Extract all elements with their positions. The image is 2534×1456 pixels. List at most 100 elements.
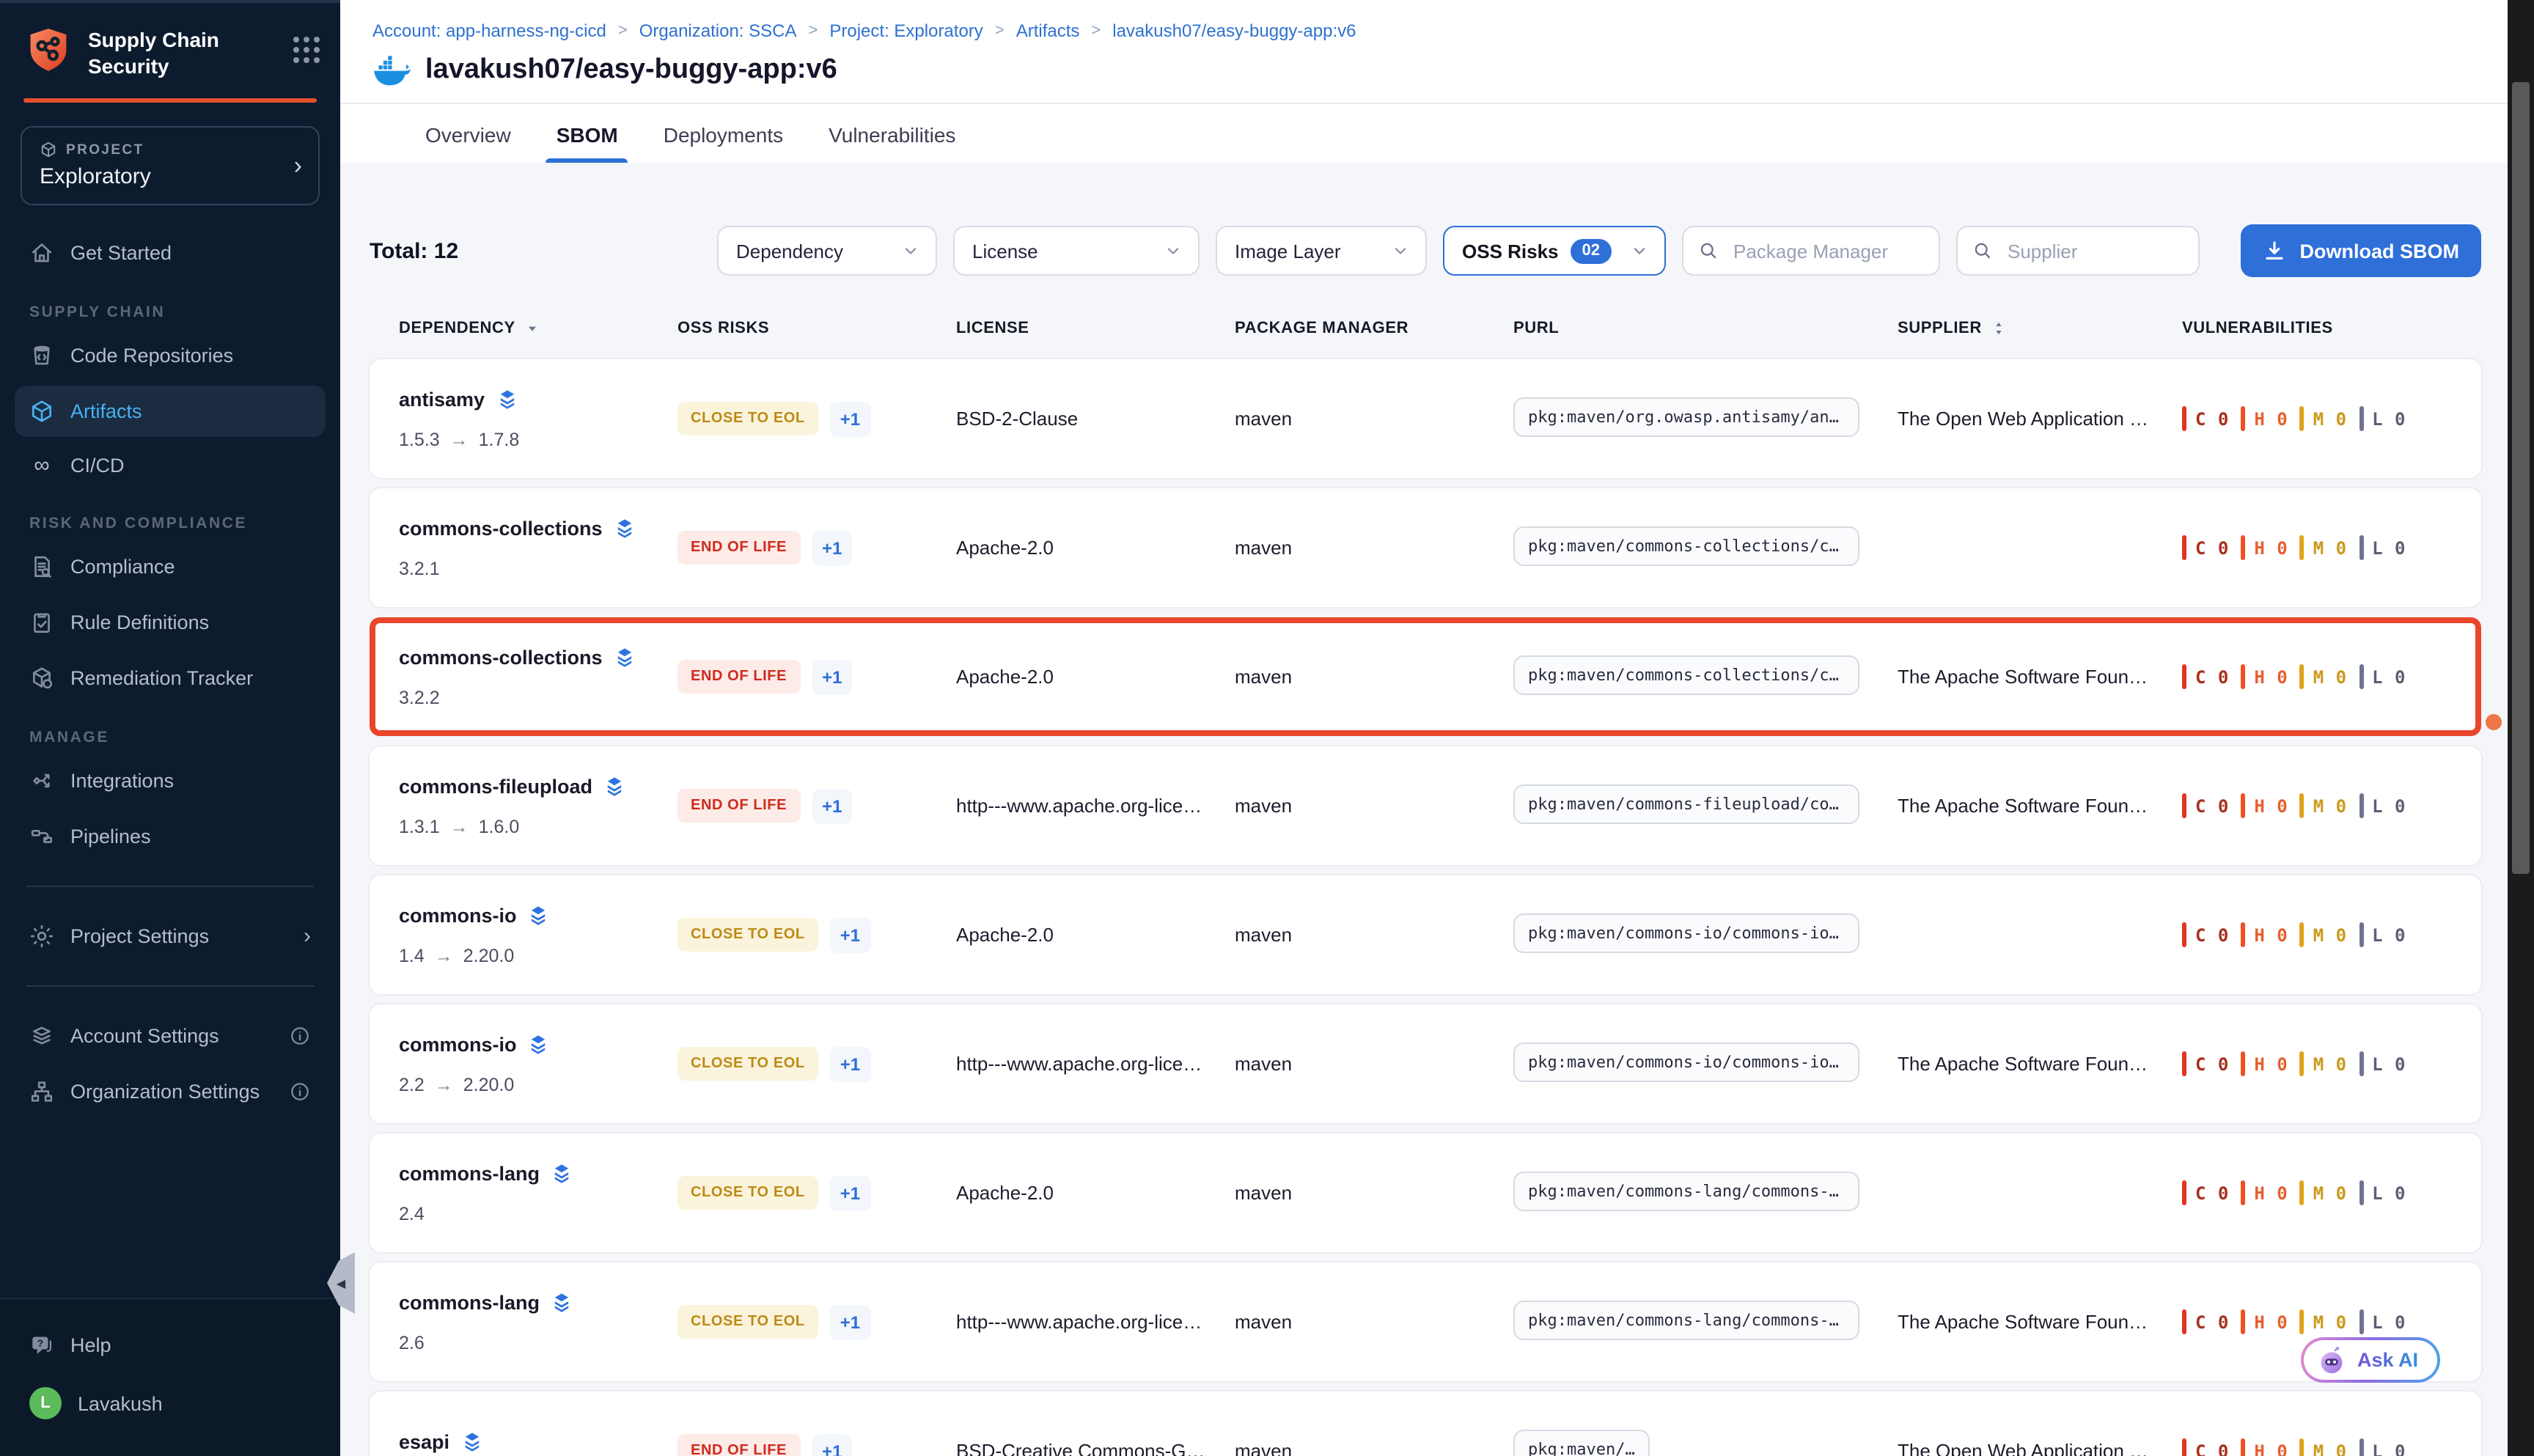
risk-more-badge[interactable]: +1 bbox=[830, 1304, 870, 1339]
vuln-count-text: M 0 bbox=[2313, 537, 2347, 558]
purl-chip[interactable]: pkg:maven/commons-collections/co… bbox=[1513, 655, 1859, 694]
table-row[interactable]: commons-collections3.2.2END OF LIFE+1Apa… bbox=[370, 617, 2481, 736]
project-selector[interactable]: PROJECT Exploratory › bbox=[21, 126, 320, 205]
table-row[interactable]: commons-collections3.2.1END OF LIFE+1Apa… bbox=[370, 488, 2481, 607]
table-row[interactable]: commons-lang2.4CLOSE TO EOL+1Apache-2.0m… bbox=[370, 1133, 2481, 1252]
breadcrumb-item-project-exploratory[interactable]: Project: Exploratory bbox=[829, 21, 983, 41]
table-row[interactable]: esapiEND OF LIFE+1BSD-Creative Commons-G… bbox=[370, 1391, 2481, 1456]
sidebar-item-rule-definitions[interactable]: Rule Definitions bbox=[15, 597, 326, 648]
breadcrumb-item-artifacts[interactable]: Artifacts bbox=[1016, 21, 1080, 41]
license-cell: BSD-2-Clause bbox=[956, 408, 1235, 430]
user-menu[interactable]: L Lavakush bbox=[15, 1374, 326, 1433]
vuln-severity-bar bbox=[2300, 793, 2305, 818]
vuln-count-text: H 0 bbox=[2254, 1441, 2288, 1456]
vuln-c-count: C 0 bbox=[2182, 922, 2229, 947]
table-row[interactable]: commons-fileupload1.3.1→1.6.0END OF LIFE… bbox=[370, 746, 2481, 865]
breadcrumb-item-account-app-harness-ng-cicd[interactable]: Account: app-harness-ng-cicd bbox=[372, 21, 606, 41]
sidebar-item-account-settings[interactable]: Account Settings bbox=[15, 1010, 326, 1062]
purl-chip[interactable]: pkg:maven/… bbox=[1513, 1429, 1650, 1456]
table-row[interactable]: commons-io2.2→2.20.0CLOSE TO EOL+1http--… bbox=[370, 1004, 2481, 1123]
help-button[interactable]: ? Help bbox=[15, 1320, 326, 1371]
license-cell: Apache-2.0 bbox=[956, 666, 1235, 688]
sidebar-item-organization-settings[interactable]: Organization Settings bbox=[15, 1066, 326, 1117]
scrollbar-track[interactable] bbox=[2508, 0, 2534, 1456]
dependency-cell: commons-lang2.4 bbox=[399, 1162, 677, 1224]
sidebar-item-label: Code Repositories bbox=[70, 345, 311, 367]
breadcrumb-item-organization-ssca[interactable]: Organization: SSCA bbox=[639, 21, 797, 41]
dependency-version: 2.6 bbox=[399, 1332, 657, 1353]
risk-more-badge[interactable]: +1 bbox=[812, 1433, 852, 1456]
table-row[interactable]: commons-lang2.6CLOSE TO EOL+1http---www.… bbox=[370, 1262, 2481, 1381]
tab-overview[interactable]: Overview bbox=[422, 104, 514, 163]
sidebar-item-label: Pipelines bbox=[70, 826, 311, 848]
vuln-count-text: C 0 bbox=[2195, 795, 2229, 816]
tab-deployments[interactable]: Deployments bbox=[661, 104, 786, 163]
info-icon bbox=[289, 1025, 311, 1047]
purl-chip[interactable]: pkg:maven/commons-io/commons-io@… bbox=[1513, 1042, 1859, 1081]
table-row[interactable]: antisamy1.5.3→1.7.8CLOSE TO EOL+1BSD-2-C… bbox=[370, 359, 2481, 478]
vuln-c-count: C 0 bbox=[2182, 1438, 2229, 1456]
package-manager-search bbox=[1682, 226, 1940, 276]
sidebar-item-ci-cd[interactable]: ∞CI/CD bbox=[15, 441, 326, 490]
dependency-filter[interactable]: Dependency bbox=[717, 226, 937, 276]
filter-label: License bbox=[972, 240, 1038, 262]
sidebar-item-integrations[interactable]: Integrations bbox=[15, 755, 326, 806]
risk-more-badge[interactable]: +1 bbox=[830, 917, 870, 952]
app-title: Supply Chain Security bbox=[88, 25, 279, 79]
license-filter[interactable]: License bbox=[953, 226, 1200, 276]
purl-chip[interactable]: pkg:maven/commons-io/commons-io@… bbox=[1513, 913, 1859, 952]
app-switcher-grid-icon[interactable] bbox=[293, 37, 320, 63]
sidebar-nav: Get StartedSUPPLY CHAINCode Repositories… bbox=[0, 211, 340, 1298]
risk-more-badge[interactable]: +1 bbox=[830, 401, 870, 436]
sidebar-item-remediation-tracker[interactable]: Remediation Tracker bbox=[15, 652, 326, 704]
vuln-severity-bar bbox=[2241, 793, 2245, 818]
column-header-supplier[interactable]: SUPPLIER bbox=[1898, 320, 2182, 337]
scrollbar-thumb[interactable] bbox=[2512, 82, 2530, 874]
package-manager-input[interactable] bbox=[1730, 238, 1900, 263]
purl-chip[interactable]: pkg:maven/commons-lang/commons-l… bbox=[1513, 1171, 1859, 1210]
vuln-count-text: C 0 bbox=[2195, 408, 2229, 429]
supplier-cell: The Open Web Application … bbox=[1898, 1440, 2182, 1456]
column-header-purl: PURL bbox=[1513, 320, 1898, 337]
sidebar-item-artifacts[interactable]: Artifacts bbox=[15, 386, 326, 437]
column-header-dependency[interactable]: DEPENDENCY bbox=[399, 320, 677, 337]
oss-risks-cell: CLOSE TO EOL+1 bbox=[677, 1304, 956, 1339]
risk-badge: END OF LIFE bbox=[677, 531, 800, 565]
package-manager-cell: maven bbox=[1235, 666, 1513, 688]
dependency-name-text: commons-collections bbox=[399, 647, 603, 669]
oss-risks-filter[interactable]: OSS Risks 02 bbox=[1443, 226, 1666, 276]
image-layer-filter[interactable]: Image Layer bbox=[1216, 226, 1427, 276]
docker-icon bbox=[372, 54, 411, 87]
sidebar-item-compliance[interactable]: Compliance bbox=[15, 541, 326, 592]
sidebar: Supply Chain Security PROJECT Explorator… bbox=[0, 0, 340, 1456]
risk-more-badge[interactable]: +1 bbox=[812, 788, 852, 823]
breadcrumb-item-lavakush07-easy-buggy-app-v6[interactable]: lavakush07/easy-buggy-app:v6 bbox=[1112, 21, 1356, 41]
sidebar-item-pipelines[interactable]: Pipelines bbox=[15, 811, 326, 862]
vuln-c-count: C 0 bbox=[2182, 406, 2229, 431]
purl-chip[interactable]: pkg:maven/org.owasp.antisamy/ant… bbox=[1513, 397, 1859, 436]
vuln-severity-bar bbox=[2241, 406, 2245, 431]
tab-vulnerabilities[interactable]: Vulnerabilities bbox=[826, 104, 958, 163]
sidebar-item-get-started[interactable]: Get Started bbox=[15, 227, 326, 279]
vuln-c-count: C 0 bbox=[2182, 793, 2229, 818]
purl-chip[interactable]: pkg:maven/commons-fileupload/com… bbox=[1513, 784, 1859, 823]
purl-chip[interactable]: pkg:maven/commons-lang/commons-l… bbox=[1513, 1300, 1859, 1339]
vuln-severity-bar bbox=[2300, 535, 2305, 560]
vuln-m-count: M 0 bbox=[2300, 1051, 2347, 1076]
package-manager-cell: maven bbox=[1235, 924, 1513, 946]
sidebar-item-project-settings[interactable]: Project Settings› bbox=[15, 911, 326, 962]
table-row[interactable]: commons-io1.4→2.20.0CLOSE TO EOL+1Apache… bbox=[370, 875, 2481, 994]
breadcrumb-separator: > bbox=[1091, 22, 1101, 40]
risk-more-badge[interactable]: +1 bbox=[812, 530, 852, 565]
sidebar-item-code-repositories[interactable]: Code Repositories bbox=[15, 330, 326, 381]
download-sbom-button[interactable]: Download SBOM bbox=[2241, 224, 2482, 277]
vuln-m-count: M 0 bbox=[2300, 1180, 2347, 1205]
risk-more-badge[interactable]: +1 bbox=[812, 659, 852, 694]
ask-ai-button[interactable]: Ask AI bbox=[2302, 1337, 2440, 1383]
purl-chip[interactable]: pkg:maven/commons-collections/co… bbox=[1513, 526, 1859, 565]
supplier-input[interactable] bbox=[2005, 238, 2175, 263]
tab-sbom[interactable]: SBOM bbox=[554, 104, 621, 163]
risk-more-badge[interactable]: +1 bbox=[830, 1046, 870, 1081]
risk-more-badge[interactable]: +1 bbox=[830, 1175, 870, 1210]
breadcrumb-separator: > bbox=[995, 22, 1005, 40]
